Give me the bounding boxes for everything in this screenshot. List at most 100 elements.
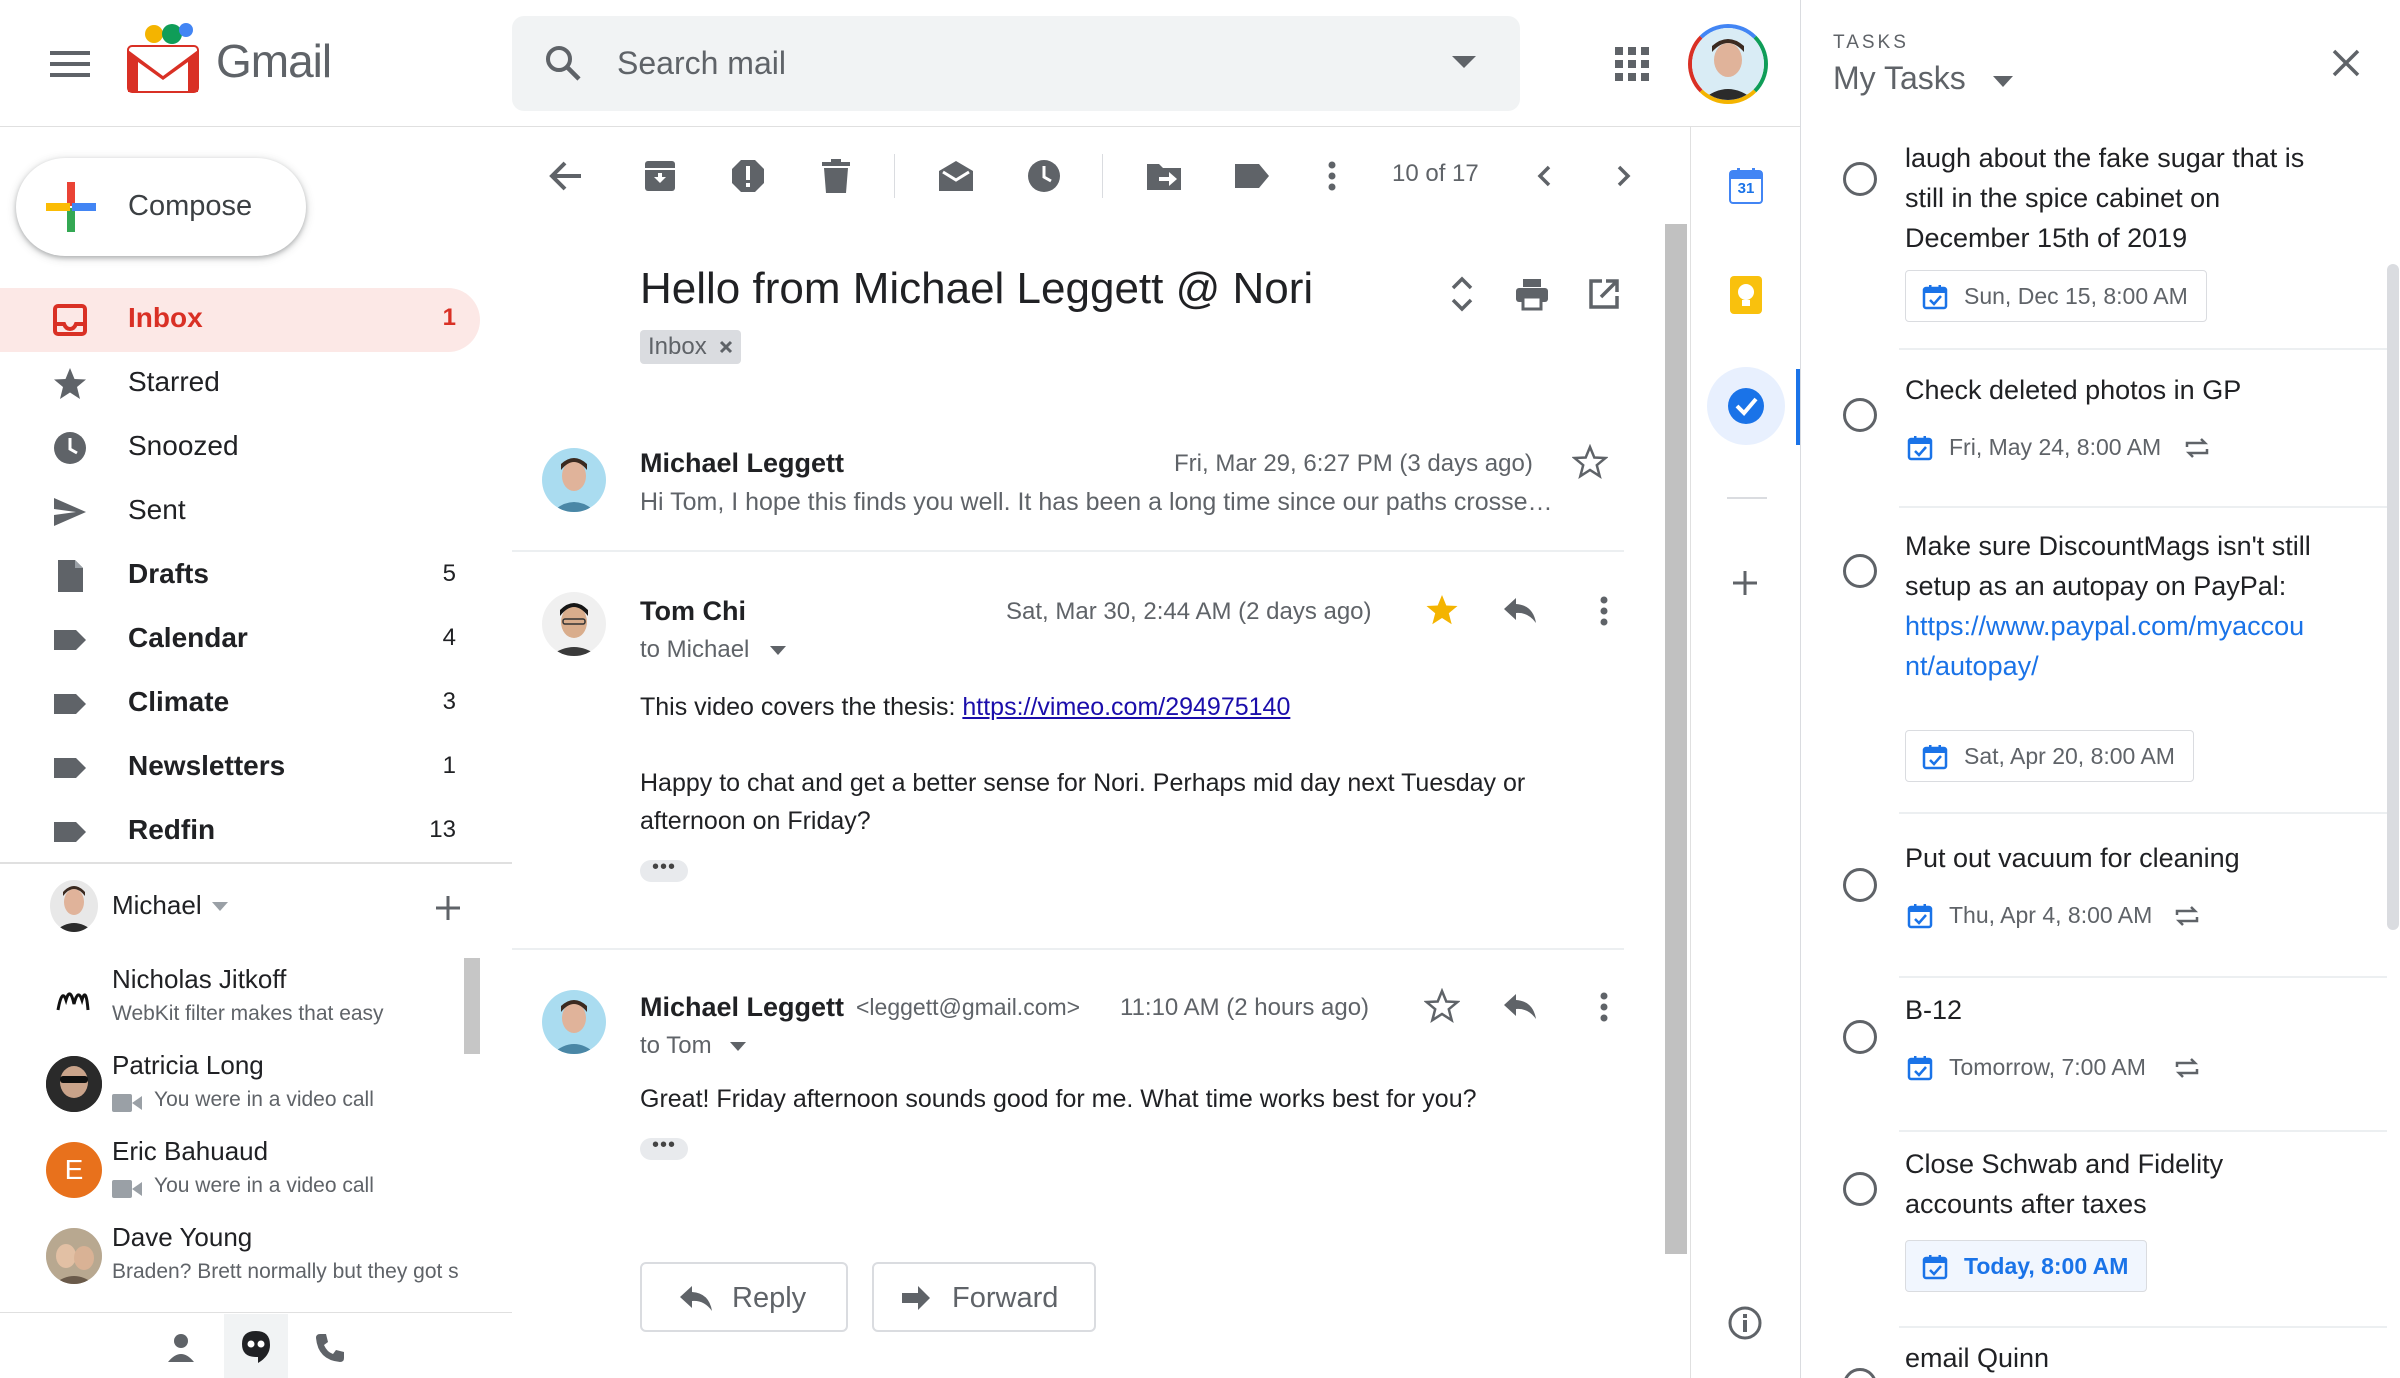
- contacts-scrollbar[interactable]: [464, 958, 480, 1054]
- search-input[interactable]: [617, 38, 1397, 88]
- star-filled-icon[interactable]: [1424, 592, 1460, 628]
- reply-button[interactable]: Reply: [640, 1262, 848, 1332]
- nav-snoozed[interactable]: Snoozed: [0, 416, 480, 480]
- remove-label-close-icon[interactable]: [719, 340, 733, 354]
- contact-item[interactable]: E Eric Bahuaud You were in a video call: [0, 1130, 480, 1216]
- contact-item[interactable]: Nicholas Jitkoff WebKit filter makes tha…: [0, 958, 480, 1044]
- nav-climate[interactable]: Climate 3: [0, 672, 480, 736]
- task-due-chip-today[interactable]: Today, 8:00 AM: [1905, 1240, 2148, 1292]
- expand-all-icon[interactable]: [1442, 270, 1482, 318]
- chevron-down-icon[interactable]: [770, 646, 786, 656]
- reply-arrow-icon[interactable]: [1502, 596, 1538, 624]
- nav-drafts[interactable]: Drafts 5: [0, 544, 480, 608]
- task-due-chip[interactable]: Sat, Apr 20, 8:00 AM: [1905, 730, 2194, 782]
- move-to-icon[interactable]: [1138, 150, 1190, 202]
- star-outline-icon[interactable]: [1572, 444, 1608, 480]
- task-complete-checkbox[interactable]: [1843, 1368, 1877, 1378]
- contact-item[interactable]: Patricia Long You were in a video call: [0, 1044, 480, 1130]
- nav-calendar[interactable]: Calendar 4: [0, 608, 480, 672]
- chevron-down-icon[interactable]: [730, 1042, 746, 1052]
- more-vert-icon[interactable]: [1600, 992, 1608, 1022]
- label-tag-icon[interactable]: [1226, 150, 1278, 202]
- more-vert-icon[interactable]: [1306, 150, 1358, 202]
- person-icon[interactable]: [166, 1332, 196, 1362]
- snooze-clock-icon[interactable]: [1018, 150, 1070, 202]
- vimeo-link[interactable]: https://vimeo.com/294975140: [962, 693, 1290, 721]
- report-spam-icon[interactable]: [722, 150, 774, 202]
- task-complete-checkbox[interactable]: [1843, 162, 1877, 196]
- back-arrow-icon[interactable]: [540, 150, 592, 202]
- task-due-date: Fri, May 24, 8:00 AM: [1949, 434, 2162, 460]
- task-due-chip[interactable]: Sun, Dec 15, 8:00 AM: [1905, 270, 2207, 322]
- divider: [1727, 497, 1767, 499]
- task-complete-checkbox[interactable]: [1843, 1172, 1877, 1206]
- thread-subject: Hello from Michael Leggett @ Nori: [640, 264, 1314, 313]
- nav-sent[interactable]: Sent: [0, 480, 480, 544]
- search-icon[interactable]: [540, 40, 586, 86]
- delete-trash-icon[interactable]: [810, 150, 862, 202]
- nav-label: Newsletters: [128, 750, 286, 781]
- tasks-scrollbar[interactable]: [2387, 264, 2399, 930]
- nav-newsletters[interactable]: Newsletters 1: [0, 736, 480, 800]
- account-avatar[interactable]: [1688, 24, 1768, 104]
- compose-button[interactable]: Compose: [16, 158, 306, 256]
- contact-name: Nicholas Jitkoff: [112, 964, 287, 994]
- task-item[interactable]: laugh about the fake sugar that is still…: [1801, 134, 2400, 350]
- show-trimmed-content-button[interactable]: •••: [640, 857, 688, 882]
- message-collapsed[interactable]: Michael Leggett Fri, Mar 29, 6:27 PM (3 …: [512, 432, 1624, 560]
- gmail-logo[interactable]: Gmail: [124, 20, 354, 100]
- older-chevron-right-icon[interactable]: [1598, 150, 1650, 202]
- task-title: Make sure DiscountMags isn't still setup…: [1905, 531, 2311, 601]
- inbox-label-chip[interactable]: Inbox: [640, 330, 741, 364]
- task-item[interactable]: Put out vacuum for cleaning Thu, Apr 4, …: [1801, 828, 2400, 978]
- message-scrollbar[interactable]: [1665, 224, 1687, 1254]
- keep-bulb-icon[interactable]: [1729, 275, 1763, 315]
- phone-icon[interactable]: [314, 1332, 346, 1364]
- task-item[interactable]: Check deleted photos in GP Fri, May 24, …: [1801, 360, 2400, 510]
- task-link[interactable]: https://www.paypal.com/myaccount/autopay…: [1905, 606, 2315, 686]
- reply-arrow-icon[interactable]: [1502, 992, 1538, 1020]
- more-vert-icon[interactable]: [1600, 596, 1608, 626]
- reply-label: Reply: [732, 1282, 807, 1314]
- task-complete-checkbox[interactable]: [1843, 398, 1877, 432]
- star-outline-icon[interactable]: [1424, 988, 1460, 1024]
- task-due-chip[interactable]: Thu, Apr 4, 8:00 AM: [1905, 890, 2170, 942]
- search-bar[interactable]: [512, 16, 1520, 111]
- apps-grid-icon[interactable]: [1612, 44, 1652, 84]
- task-due-chip[interactable]: Fri, May 24, 8:00 AM: [1905, 422, 2179, 474]
- task-complete-checkbox[interactable]: [1843, 1020, 1877, 1054]
- task-complete-checkbox[interactable]: [1843, 554, 1877, 588]
- nav-starred[interactable]: Starred: [0, 352, 480, 416]
- tasks-panel: TASKS My Tasks laugh about the fake suga…: [1800, 0, 2400, 1378]
- calendar-app-icon[interactable]: 31: [1729, 167, 1763, 205]
- info-icon[interactable]: [1727, 1305, 1763, 1341]
- archive-icon[interactable]: [634, 150, 686, 202]
- nav-redfin[interactable]: Redfin 13: [0, 800, 480, 864]
- open-new-window-icon[interactable]: [1582, 272, 1626, 316]
- task-item[interactable]: B-12 Tomorrow, 7:00 AM: [1801, 980, 2400, 1132]
- calendar-check-icon: [1922, 1255, 1948, 1280]
- search-options-chevron-icon[interactable]: [1446, 48, 1482, 78]
- task-item[interactable]: Make sure DiscountMags isn't still setup…: [1801, 518, 2400, 824]
- add-contact-plus-icon[interactable]: [434, 894, 462, 922]
- show-trimmed-content-button[interactable]: •••: [640, 1135, 688, 1160]
- mark-unread-icon[interactable]: [930, 150, 982, 202]
- hangouts-user-row[interactable]: Michael: [0, 872, 512, 942]
- hangouts-tab-active[interactable]: [224, 1314, 288, 1378]
- task-complete-checkbox[interactable]: [1843, 868, 1877, 902]
- main-menu-icon[interactable]: [48, 44, 92, 84]
- forward-button[interactable]: Forward: [872, 1262, 1096, 1332]
- task-list-name: My Tasks: [1833, 60, 1966, 96]
- tasks-app-icon[interactable]: [1707, 367, 1785, 445]
- get-addons-plus-icon[interactable]: [1731, 569, 1759, 597]
- task-list-selector[interactable]: My Tasks: [1833, 60, 2013, 104]
- close-icon[interactable]: [2331, 48, 2361, 78]
- contact-item[interactable]: Dave Young Braden? Brett normally but th…: [0, 1216, 480, 1302]
- task-item[interactable]: Close Schwab and Fidelity accounts after…: [1801, 1134, 2400, 1334]
- nav-inbox[interactable]: Inbox 1: [0, 288, 480, 352]
- newer-chevron-left-icon[interactable]: [1518, 150, 1570, 202]
- task-item[interactable]: email Quinn: [1801, 1338, 2400, 1378]
- chevron-down-icon[interactable]: [212, 902, 228, 912]
- task-due-chip[interactable]: Tomorrow, 7:00 AM: [1905, 1042, 2164, 1094]
- print-icon[interactable]: [1510, 272, 1554, 316]
